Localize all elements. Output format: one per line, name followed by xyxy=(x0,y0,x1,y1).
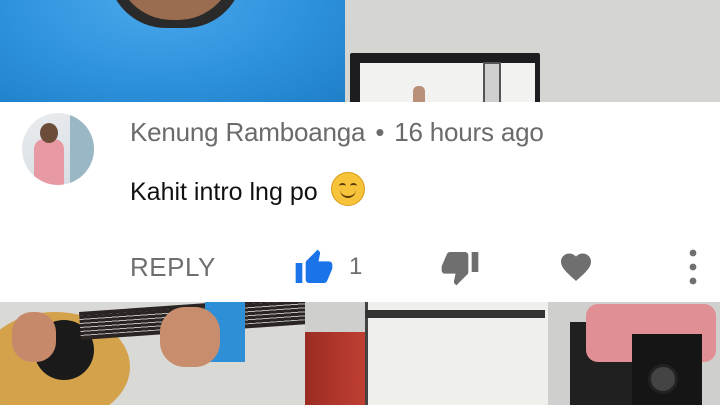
video-frame-top xyxy=(0,0,720,102)
left-hand xyxy=(12,312,56,362)
comment-body: Kahit intro lng po xyxy=(130,178,318,206)
comment-timestamp[interactable]: 16 hours ago xyxy=(394,117,544,147)
monitor-figure xyxy=(413,86,425,102)
heart-icon[interactable] xyxy=(557,249,595,285)
comment-card: Kenung Ramboanga • 16 hours ago Kahit intr… xyxy=(0,102,720,302)
reply-button[interactable]: REPLY xyxy=(130,252,216,283)
comment-author[interactable]: Kenung Ramboanga xyxy=(130,117,366,147)
comment-meta: Kenung Ramboanga • 16 hours ago xyxy=(130,117,544,148)
monitor-screen xyxy=(360,63,535,102)
avatar[interactable] xyxy=(22,113,94,185)
thumbs-up-icon[interactable] xyxy=(294,248,334,288)
comment-text: Kahit intro lng po xyxy=(130,172,365,207)
meta-separator: • xyxy=(375,117,385,147)
like-count: 1 xyxy=(349,253,363,280)
desk-speaker xyxy=(483,62,501,102)
video-frame-bottom xyxy=(0,302,720,405)
thumbs-down-icon[interactable] xyxy=(440,247,480,287)
more-vert-icon[interactable] xyxy=(684,247,702,287)
smiling-face-emoji-icon xyxy=(330,172,365,206)
comment-actions: REPLY 1 xyxy=(0,242,720,292)
speaker-cone xyxy=(648,364,678,394)
desk-frame xyxy=(365,310,545,318)
right-hand xyxy=(160,307,220,367)
